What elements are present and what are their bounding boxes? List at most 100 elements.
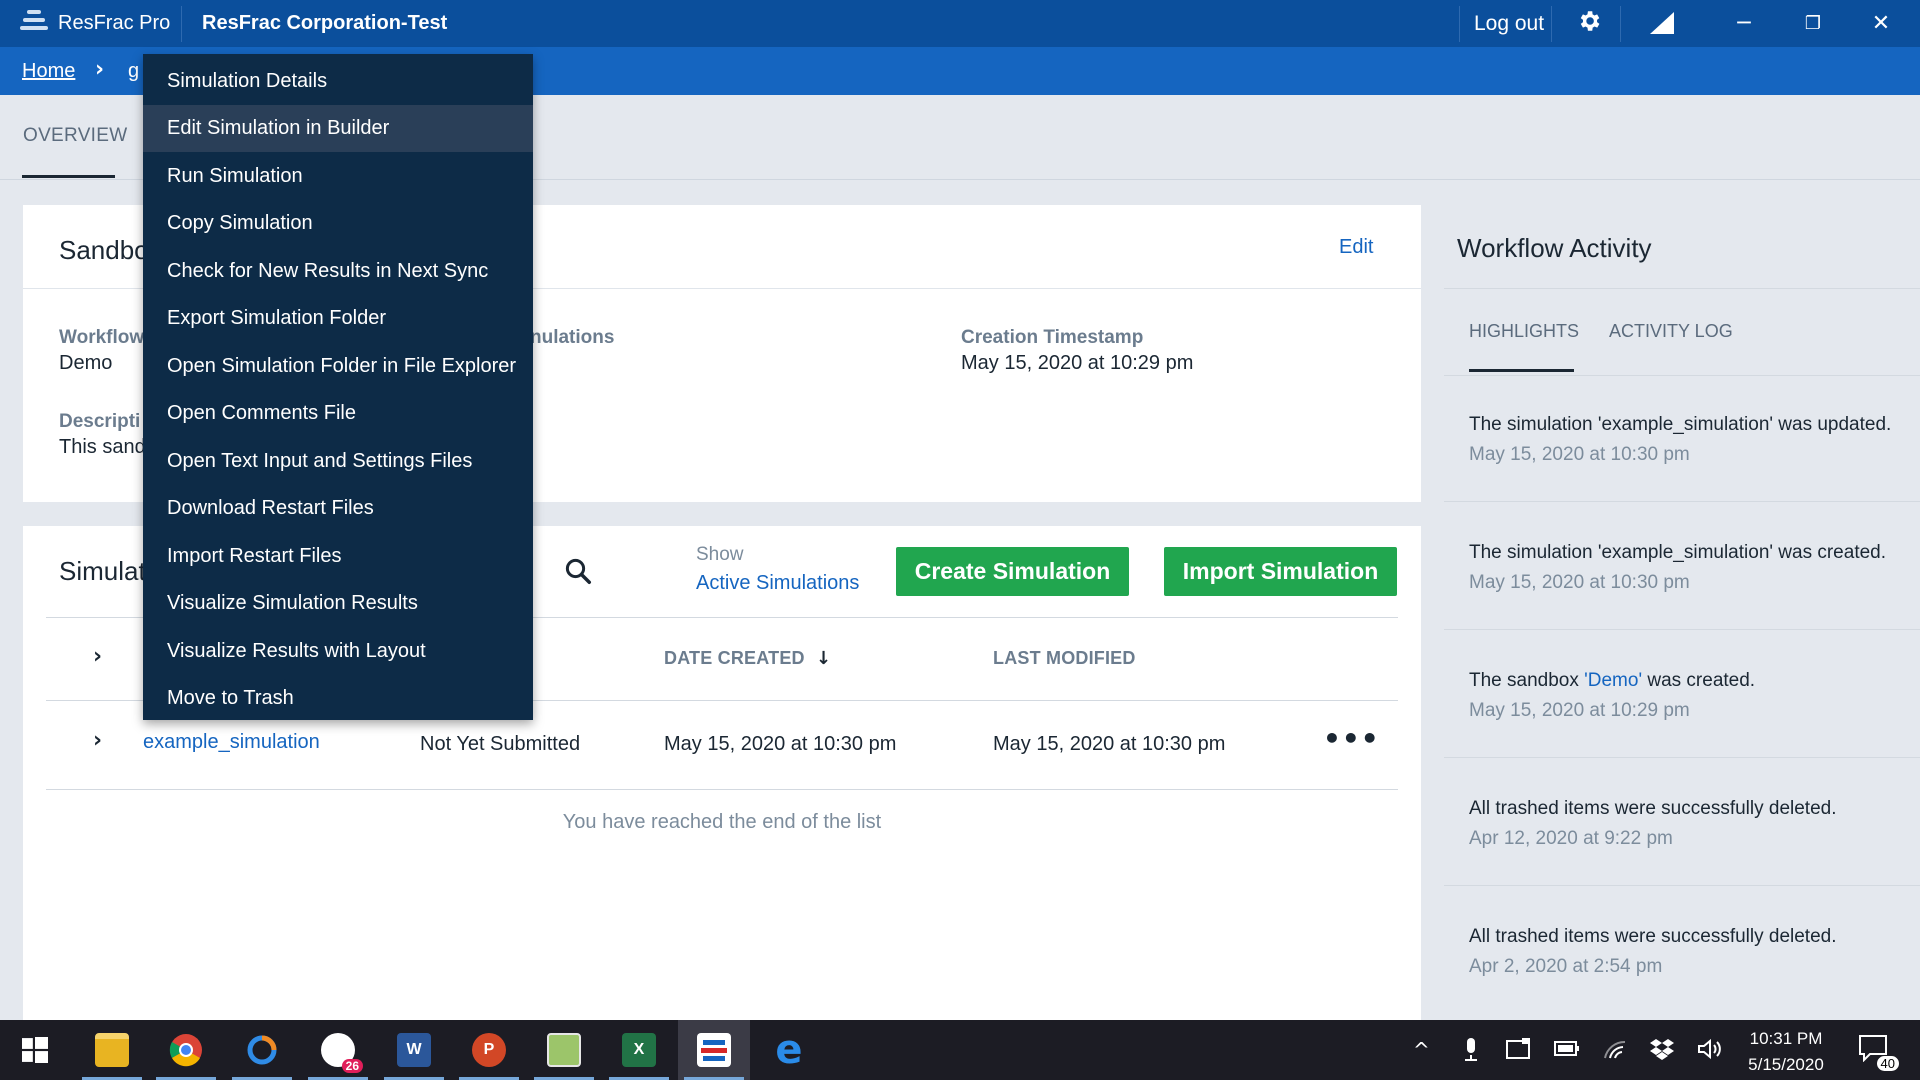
description-value: This sand <box>59 436 146 458</box>
activity-date: May 15, 2020 at 10:29 pm <box>1469 700 1690 721</box>
activity-message: All trashed items were successfully dele… <box>1469 926 1837 947</box>
activity-item: All trashed items were successfully dele… <box>1469 798 1920 850</box>
sort-arrow-down-icon: ↓ <box>815 648 832 669</box>
app-ring-icon[interactable] <box>226 1020 298 1080</box>
divider <box>1444 629 1920 630</box>
breadcrumb-current[interactable]: g <box>128 60 139 83</box>
menu-item-download-restart[interactable]: Download Restart Files <box>143 485 533 532</box>
tab-highlights[interactable]: HIGHLIGHTS <box>1469 321 1579 342</box>
simulations-label: nulations <box>530 327 615 348</box>
app-name: ResFrac Pro <box>58 12 171 34</box>
resfrac-icon[interactable] <box>678 1020 750 1080</box>
menu-item-move-to-trash[interactable]: Move to Trash <box>143 675 533 722</box>
divider <box>1444 885 1920 886</box>
creation-timestamp-value: May 15, 2020 at 10:29 pm <box>961 352 1194 374</box>
file-explorer-icon[interactable] <box>76 1020 148 1080</box>
battery-icon[interactable] <box>1554 1038 1580 1062</box>
divider <box>1444 501 1920 502</box>
notepad-icon[interactable] <box>528 1020 600 1080</box>
column-header-date-created[interactable]: DATE CREATED ↓ <box>664 648 831 669</box>
expand-row-chevron-icon[interactable]: › <box>93 728 102 753</box>
tab-overview[interactable]: OVERVIEW <box>23 125 127 147</box>
wifi-icon[interactable] <box>1603 1038 1627 1065</box>
activity-message: The sandbox <box>1469 670 1585 691</box>
dropbox-icon[interactable] <box>1650 1038 1674 1065</box>
creation-timestamp-label: Creation Timestamp <box>961 327 1144 348</box>
notification-center-icon[interactable]: 40 <box>1858 1034 1900 1072</box>
menu-item-export-folder[interactable]: Export Simulation Folder <box>143 295 533 342</box>
divider <box>1444 288 1920 289</box>
divider <box>1444 375 1920 376</box>
expand-all-chevron-icon[interactable]: › <box>93 644 102 669</box>
menu-item-edit-in-builder[interactable]: Edit Simulation in Builder <box>143 105 533 152</box>
sandbox-title: Sandbo <box>59 235 149 265</box>
simulation-name-link[interactable]: example_simulation <box>143 731 320 754</box>
show-filter-dropdown[interactable]: Active Simulations <box>696 572 859 595</box>
slack-badge: 26 <box>341 1059 363 1073</box>
activity-item: All trashed items were successfully dele… <box>1469 926 1920 978</box>
windows-start-icon[interactable] <box>0 1020 70 1080</box>
activity-item: The sandbox 'Demo' was created. May 15, … <box>1469 670 1920 722</box>
title-separator <box>1459 6 1460 42</box>
description-label: Descripti <box>59 411 141 432</box>
simulation-date-created: May 15, 2020 at 10:30 pm <box>664 733 897 755</box>
tab-activity-log[interactable]: ACTIVITY LOG <box>1609 321 1733 342</box>
title-separator <box>181 6 182 42</box>
simulation-context-menu: Simulation Details Edit Simulation in Bu… <box>143 54 533 720</box>
activity-message: All trashed items were successfully dele… <box>1469 798 1837 819</box>
org-name: ResFrac Corporation-Test <box>202 12 448 34</box>
column-header-last-modified[interactable]: LAST MODIFIED <box>993 648 1136 669</box>
end-of-list-note: You have reached the end of the list <box>562 811 882 833</box>
slack-icon[interactable]: 26 <box>302 1020 374 1080</box>
taskbar-clock[interactable]: 10:31 PM 5/15/2020 <box>1730 1026 1842 1078</box>
breadcrumb-home-link[interactable]: Home <box>22 60 75 83</box>
menu-item-check-new-results[interactable]: Check for New Results in Next Sync <box>143 248 533 295</box>
more-options-icon[interactable]: ••• <box>1323 722 1380 755</box>
menu-item-open-comments[interactable]: Open Comments File <box>143 390 533 437</box>
simulation-last-modified: May 15, 2020 at 10:30 pm <box>993 733 1226 755</box>
divider <box>1444 757 1920 758</box>
excel-icon[interactable]: X <box>603 1020 675 1080</box>
menu-item-open-text-input[interactable]: Open Text Input and Settings Files <box>143 438 533 485</box>
word-icon[interactable]: W <box>378 1020 450 1080</box>
workflow-value: Demo <box>59 352 113 374</box>
edge-icon[interactable]: e <box>753 1020 825 1080</box>
menu-item-visualize-results[interactable]: Visualize Simulation Results <box>143 580 533 627</box>
simulations-title: Simulat <box>59 556 146 586</box>
menu-item-open-folder[interactable]: Open Simulation Folder in File Explorer <box>143 343 533 390</box>
edit-sandbox-link[interactable]: Edit <box>1339 236 1373 259</box>
workflow-activity-panel: Workflow Activity HIGHLIGHTS ACTIVITY LO… <box>1444 205 1920 1020</box>
import-simulation-button[interactable]: Import Simulation <box>1164 547 1397 596</box>
tray-overflow-chevron-icon[interactable]: ^ <box>1413 1038 1430 1062</box>
sandbox-demo-link[interactable]: 'Demo' <box>1584 670 1642 691</box>
workflow-activity-title: Workflow Activity <box>1457 233 1652 263</box>
activity-item: The simulation 'example_simulation' was … <box>1469 542 1920 594</box>
menu-item-run-simulation[interactable]: Run Simulation <box>143 153 533 200</box>
activity-item: The simulation 'example_simulation' was … <box>1469 414 1920 466</box>
activity-message-suffix: was created. <box>1642 670 1756 691</box>
gear-icon[interactable] <box>1576 8 1602 41</box>
powerpoint-icon[interactable]: P <box>453 1020 525 1080</box>
microphone-icon[interactable] <box>1462 1038 1480 1067</box>
menu-item-simulation-details[interactable]: Simulation Details <box>143 58 533 105</box>
menu-item-copy-simulation[interactable]: Copy Simulation <box>143 200 533 247</box>
clock-time: 10:31 PM <box>1749 1029 1823 1048</box>
create-simulation-button[interactable]: Create Simulation <box>896 547 1129 596</box>
activity-date: Apr 2, 2020 at 2:54 pm <box>1469 956 1663 977</box>
volume-icon[interactable] <box>1697 1038 1723 1065</box>
resfrac-logo-icon <box>20 10 48 36</box>
logout-button[interactable]: Log out <box>1474 12 1544 36</box>
activity-date: May 15, 2020 at 10:30 pm <box>1469 444 1690 465</box>
divider <box>46 789 1398 790</box>
menu-item-import-restart[interactable]: Import Restart Files <box>143 533 533 580</box>
title-separator <box>1551 6 1552 42</box>
chrome-icon[interactable] <box>150 1020 222 1080</box>
menu-item-visualize-layout[interactable]: Visualize Results with Layout <box>143 628 533 675</box>
activity-message: The simulation 'example_simulation' was … <box>1469 542 1887 563</box>
search-icon[interactable] <box>563 556 593 586</box>
display-icon[interactable] <box>1506 1038 1532 1065</box>
minimize-button[interactable]: ─ <box>1727 6 1761 40</box>
activity-message: The simulation 'example_simulation' was … <box>1469 414 1892 435</box>
close-button[interactable]: ✕ <box>1864 6 1898 40</box>
restore-button[interactable]: ❐ <box>1796 6 1830 40</box>
